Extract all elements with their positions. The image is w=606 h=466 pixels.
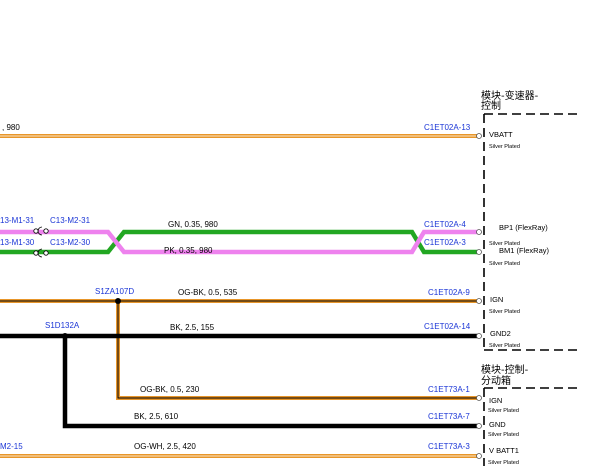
wire-label-bk-610: BK, 2.5, 610	[134, 412, 179, 421]
plating-vbatt1: Silver Plated	[488, 460, 519, 466]
plating-gnd2: Silver Plated	[489, 343, 520, 349]
inline-label-m2-31: C13-M2-31	[50, 216, 91, 225]
connector-label-c4: C1ET02A-4	[424, 220, 466, 229]
wire-label-pk: PK, 0.35, 980	[164, 246, 213, 255]
wire-label-og-bk-230: OG-BK, 0.5, 230	[140, 385, 200, 394]
connector-label-c13: C1ET02A-13	[424, 123, 471, 132]
splice-s2	[62, 333, 68, 339]
pin-vbatt: VBATT	[489, 130, 513, 139]
wire-og-bk-230	[116, 301, 478, 400]
inline-label-m2-30: C13-M2-30	[50, 238, 91, 247]
pin-gnd2: GND2	[490, 329, 511, 338]
pin-bm1: BM1 (FlexRay)	[499, 246, 550, 255]
plating-gnd: Silver Plated	[488, 432, 519, 438]
plating-ign-tcu: Silver Plated	[488, 408, 519, 414]
connector-label-c3: C1ET02A-3	[424, 238, 466, 247]
wiring-diagram: 模块-变速器- 控制 模块-控制- 分动箱 , 980 GN, 0.35, 98…	[0, 89, 580, 466]
pin-bp1: BP1 (FlexRay)	[499, 223, 548, 232]
connector-label-d1: C1ET73A-1	[428, 385, 470, 394]
terminal-pins	[476, 133, 482, 459]
wire-label-og-bk-535: OG-BK, 0.5, 535	[178, 288, 238, 297]
wire-label-gn: GN, 0.35, 980	[168, 220, 218, 229]
connector-label-c14: C1ET02A-14	[424, 322, 471, 331]
plating-vbatt: Silver Plated	[489, 144, 520, 150]
plating-ign: Silver Plated	[489, 309, 520, 315]
wire-bk-610	[62, 336, 478, 429]
wire-label-vbatt-left: , 980	[2, 123, 20, 132]
pin-vbatt1: V BATT1	[489, 446, 519, 455]
tcm-title-line2: 控制	[481, 99, 501, 112]
inline-label-m1-31: 13-M1-31	[0, 216, 35, 225]
plating-bm1: Silver Plated	[489, 261, 520, 267]
splice-label-s1: S1ZA107D	[95, 287, 134, 296]
wire-label-og-wh-420: OG-WH, 2.5, 420	[134, 442, 196, 451]
pin-gnd: GND	[489, 420, 506, 429]
tcu-title-line1: 模块-控制-	[481, 363, 529, 376]
pin-ign: IGN	[490, 295, 503, 304]
tcu-title-line2: 分动箱	[481, 374, 511, 387]
connector-label-d7: C1ET73A-7	[428, 412, 470, 421]
connector-label-d3: C1ET73A-3	[428, 442, 470, 451]
splice-label-s2: S1D132A	[45, 321, 80, 330]
wire-label-bk-155: BK, 2.5, 155	[170, 323, 215, 332]
inline-label-left-bottom: M2-15	[0, 442, 23, 451]
connector-label-c9: C1ET02A-9	[428, 288, 470, 297]
pin-ign-tcu: IGN	[489, 396, 502, 405]
inline-label-m1-30: 13-M1-30	[0, 238, 35, 247]
splice-s1	[115, 298, 121, 304]
